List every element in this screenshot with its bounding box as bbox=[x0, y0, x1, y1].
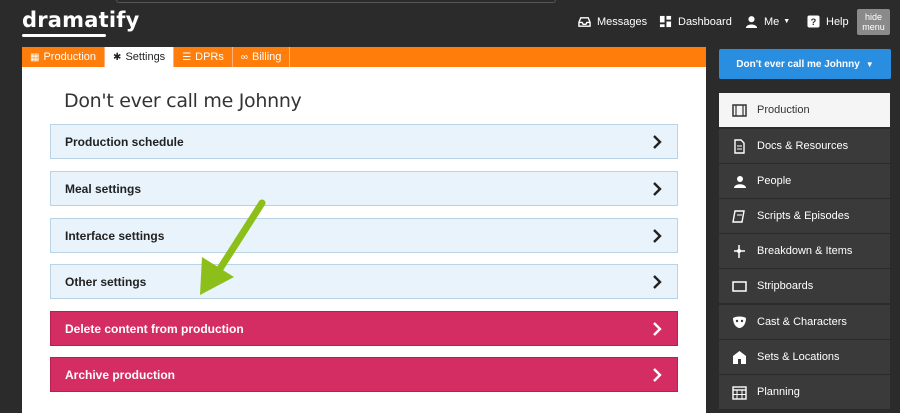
dashboard-label: Dashboard bbox=[678, 15, 732, 28]
other-settings-row[interactable]: Other settings bbox=[50, 264, 678, 299]
project-selector-label: Don't ever call me Johnny bbox=[736, 58, 860, 70]
delete-content-row[interactable]: Delete content from production bbox=[50, 311, 678, 346]
sidebar-item-production[interactable]: Production bbox=[719, 93, 890, 128]
logo-underline bbox=[22, 34, 106, 37]
tab-settings[interactable]: ✱ Settings bbox=[105, 47, 175, 67]
calendar-icon bbox=[732, 386, 747, 400]
sidebar-item-breakdown[interactable]: Breakdown & Items bbox=[719, 234, 890, 269]
sidebar-item-label: Docs & Resources bbox=[757, 140, 849, 152]
sidebar-item-label: Planning bbox=[757, 386, 800, 398]
dashboard-icon bbox=[659, 15, 672, 28]
messages-link[interactable]: Messages bbox=[578, 15, 647, 28]
sidebar-item-docs[interactable]: Docs & Resources bbox=[719, 129, 890, 164]
chevron-right-icon bbox=[653, 322, 662, 336]
help-link[interactable]: ? Help bbox=[807, 15, 849, 28]
meal-settings-row[interactable]: Meal settings bbox=[50, 171, 678, 206]
people-icon bbox=[734, 176, 746, 188]
sidebar-item-label: Scripts & Episodes bbox=[757, 210, 850, 222]
breakdown-icon bbox=[734, 245, 745, 258]
top-divider bbox=[116, 0, 556, 3]
me-dropdown[interactable]: Me ▼ bbox=[745, 15, 790, 28]
sidebar-item-label: Cast & Characters bbox=[757, 316, 847, 328]
production-tabs: ▦ Production ✱ Settings ☰ DPRs ∞ Billing bbox=[22, 47, 706, 67]
sidebar-item-planning[interactable]: Planning bbox=[719, 375, 890, 410]
sidebar-item-sets[interactable]: Sets & Locations bbox=[719, 340, 890, 375]
sidebar-item-label: Sets & Locations bbox=[757, 351, 840, 363]
chevron-right-icon bbox=[653, 135, 662, 149]
tab-settings-label: Settings bbox=[125, 51, 166, 63]
chevron-right-icon bbox=[653, 368, 662, 382]
location-icon bbox=[733, 351, 746, 364]
chevron-right-icon bbox=[653, 229, 662, 243]
me-label: Me bbox=[764, 15, 780, 28]
project-selector-button[interactable]: Don't ever call me Johnny ▼ bbox=[719, 49, 891, 79]
messages-label: Messages bbox=[597, 15, 648, 28]
user-icon bbox=[745, 16, 758, 28]
tab-billing[interactable]: ∞ Billing bbox=[233, 47, 291, 67]
tab-production[interactable]: ▦ Production bbox=[22, 47, 106, 67]
help-icon: ? bbox=[807, 15, 820, 28]
tab-production-label: Production bbox=[43, 51, 97, 63]
list-icon: ☰ bbox=[182, 51, 192, 63]
page-title: Don't ever call me Johnny bbox=[64, 90, 302, 112]
dramatify-logo[interactable]: dramatify bbox=[22, 8, 139, 32]
tab-billing-label: Billing bbox=[252, 51, 282, 63]
sidebar-item-label: Stripboards bbox=[757, 280, 814, 292]
svg-text:?: ? bbox=[811, 17, 817, 27]
archive-production-row[interactable]: Archive production bbox=[50, 357, 678, 392]
film-icon bbox=[732, 104, 747, 117]
masks-icon bbox=[733, 316, 746, 328]
chevron-right-icon bbox=[653, 275, 662, 289]
sidebar-item-label: People bbox=[757, 175, 792, 187]
inbox-icon bbox=[578, 17, 591, 27]
sidebar-item-label: Breakdown & Items bbox=[757, 245, 853, 257]
row-label: Production schedule bbox=[65, 134, 184, 149]
row-label: Other settings bbox=[65, 274, 147, 289]
document-icon bbox=[734, 139, 745, 154]
annotation-arrow bbox=[200, 199, 266, 295]
caret-down-icon: ▼ bbox=[783, 18, 791, 25]
film-icon: ▦ bbox=[30, 51, 40, 63]
tab-dprs[interactable]: ☰ DPRs bbox=[174, 47, 233, 67]
sidebar-item-stripboards[interactable]: Stripboards bbox=[719, 269, 890, 304]
sidebar-item-scripts[interactable]: Scripts & Episodes bbox=[719, 199, 890, 234]
help-label: Help bbox=[826, 15, 849, 28]
link-icon: ∞ bbox=[240, 51, 249, 63]
row-label: Meal settings bbox=[65, 181, 142, 196]
hide-menu-button[interactable]: hide menu bbox=[857, 9, 890, 35]
sidebar-item-label: Production bbox=[757, 104, 810, 116]
chevron-right-icon bbox=[653, 182, 662, 196]
interface-settings-row[interactable]: Interface settings bbox=[50, 218, 678, 253]
row-label: Archive production bbox=[65, 367, 176, 382]
caret-down-icon: ▼ bbox=[865, 59, 874, 69]
production-schedule-row[interactable]: Production schedule bbox=[50, 124, 678, 159]
dashboard-link[interactable]: Dashboard bbox=[659, 15, 732, 28]
script-icon bbox=[732, 210, 745, 223]
sidebar-item-cast[interactable]: Cast & Characters bbox=[719, 305, 890, 340]
top-bar: dramatify Messages Dashboard Me ▼ ? Help… bbox=[0, 0, 900, 46]
tab-dprs-label: DPRs bbox=[195, 51, 224, 63]
stripboard-icon bbox=[732, 281, 747, 292]
row-label: Interface settings bbox=[65, 228, 165, 243]
sidebar-item-people[interactable]: People bbox=[719, 164, 890, 199]
row-label: Delete content from production bbox=[65, 321, 244, 336]
gear-icon: ✱ bbox=[113, 51, 122, 63]
